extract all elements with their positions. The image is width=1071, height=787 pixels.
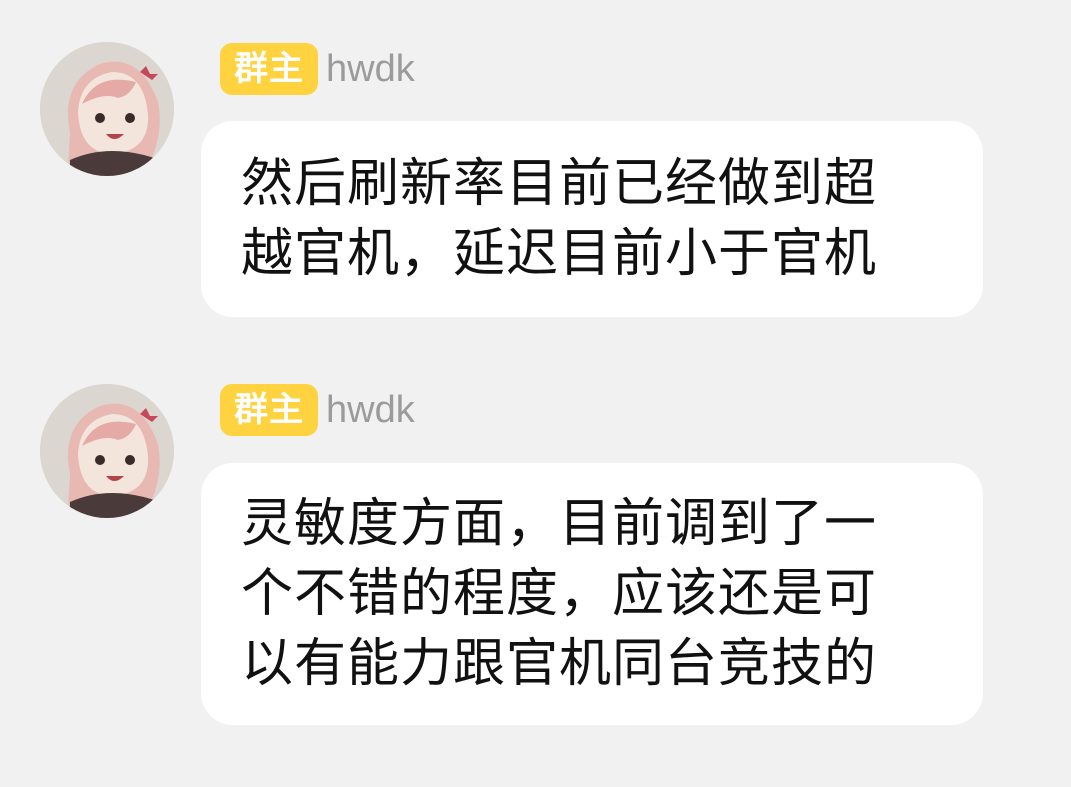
message-header: 群主 hwdk [220,384,415,436]
sender-name[interactable]: hwdk [326,384,415,436]
message-bubble[interactable]: 灵敏度方面，目前调到了一 个不错的程度，应该还是可 以有能力跟官机同台竞技的 [201,463,983,725]
avatar[interactable] [40,384,174,518]
group-owner-badge: 群主 [220,384,318,436]
message-text: 灵敏度方面，目前调到了一 个不错的程度，应该还是可 以有能力跟官机同台竞技的 [241,494,878,694]
chat-message: 群主 hwdk 灵敏度方面，目前调到了一 个不错的程度，应该还是可 以有能力跟官… [0,0,1071,787]
avatar-image [40,384,174,518]
